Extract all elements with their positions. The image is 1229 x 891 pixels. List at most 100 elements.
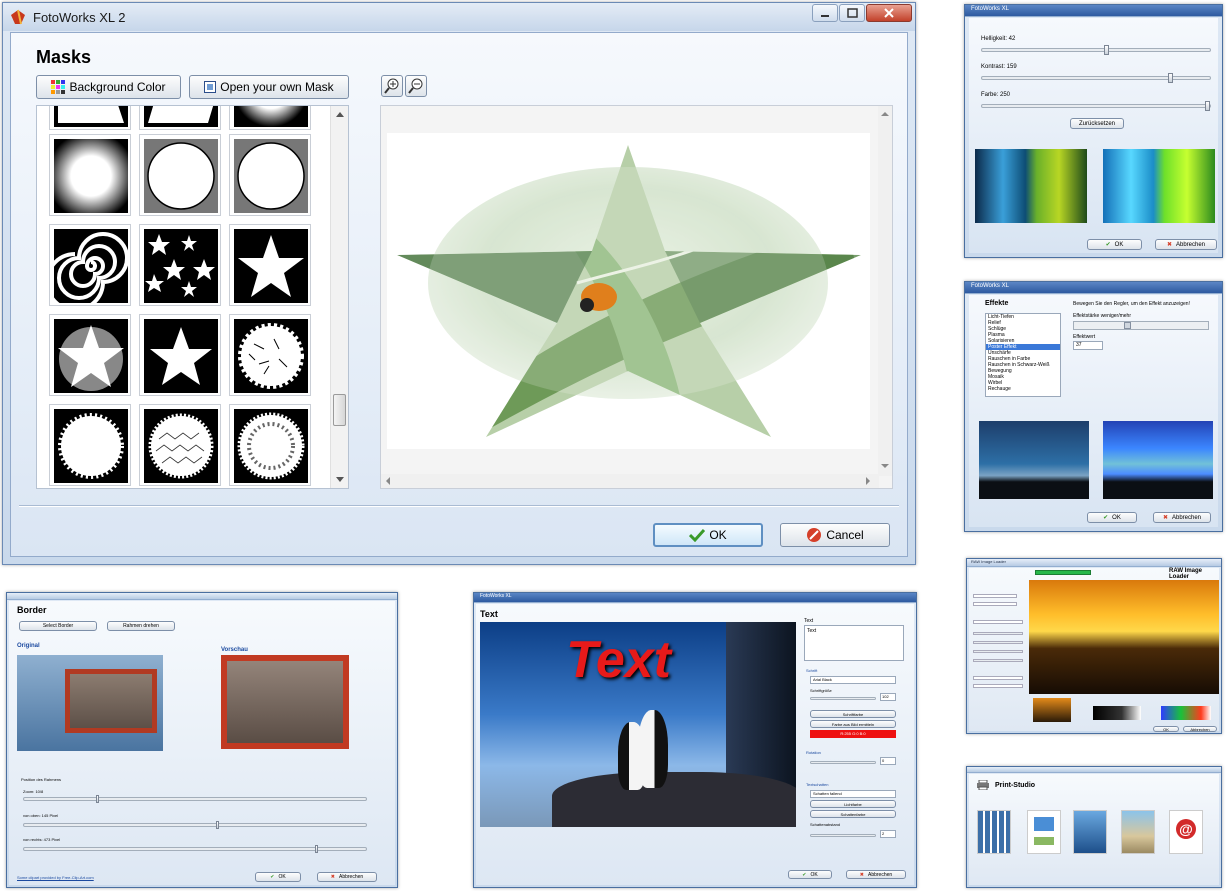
raw-title-bar[interactable]: RAW Image Loader (967, 559, 1221, 567)
minimize-button[interactable] (812, 4, 838, 22)
text-window: FotoWorks XL Text Text Text Text Schrift… (473, 592, 917, 888)
open-mask-button[interactable]: Open your own Mask (189, 75, 349, 99)
mask-tile[interactable] (49, 404, 131, 486)
contrast-knob[interactable] (1168, 73, 1174, 83)
effects-ok-button[interactable]: ✔ OK (1087, 512, 1137, 523)
border-cancel-button[interactable]: ✖ Abbrechen (317, 872, 377, 882)
print-heading: Print-Studio (995, 782, 1036, 789)
mask-tile[interactable] (49, 106, 131, 130)
zoom-out-button[interactable] (405, 75, 427, 97)
effects-list[interactable]: Licht-Tiefen Relief Schlüge Plasma Solarisie… (985, 313, 1061, 397)
print-option-email[interactable]: @ (1169, 810, 1203, 854)
right-offset-label: von rechts: 473 Pixel (23, 837, 61, 842)
brightness-slider[interactable] (981, 45, 1211, 55)
zoom-slider[interactable] (23, 795, 367, 803)
mask-tile[interactable] (49, 314, 131, 396)
mask-tile[interactable] (49, 134, 131, 216)
close-button[interactable] (866, 4, 912, 22)
raw-cancel-label: Abbrechen (1190, 726, 1210, 732)
border-ok-button[interactable]: ✔ OK (255, 872, 301, 882)
ok-label: OK (709, 528, 727, 542)
reset-button[interactable]: Zurücksetzen (1070, 118, 1124, 129)
effects-cancel-label: Abbrechen (1172, 514, 1202, 521)
mask-tile[interactable] (229, 134, 311, 216)
raw-cancel-button[interactable]: Abbrechen (1183, 726, 1217, 732)
rotate-border-button[interactable]: Rahmen drehen (107, 621, 175, 631)
print-option-poster[interactable] (1073, 810, 1107, 854)
top-offset-slider[interactable] (23, 821, 367, 829)
preview-hscroll[interactable] (381, 474, 879, 488)
mask-gallery (36, 105, 349, 489)
size-slider[interactable] (810, 697, 876, 700)
mask-tile[interactable] (229, 314, 311, 396)
effects-title-bar[interactable]: FotoWorks XL (965, 282, 1222, 294)
rgb-value: R:255 G:0 B:0 (840, 731, 866, 736)
color-slider[interactable] (981, 101, 1211, 111)
font-color-button[interactable]: Schriftfarbe (810, 710, 896, 718)
cancel-button[interactable]: Cancel (780, 523, 890, 547)
rotation-input[interactable]: 0 (880, 757, 896, 765)
print-title-bar[interactable] (967, 767, 1221, 773)
effects-value-input[interactable]: 37 (1073, 341, 1103, 350)
text-ok-button[interactable]: ✔ OK (788, 870, 832, 879)
print-option-photos[interactable] (977, 810, 1011, 854)
print-option-calendar[interactable] (1121, 810, 1155, 854)
mask-tile[interactable] (139, 224, 221, 306)
mask-tile[interactable] (139, 106, 221, 130)
mask-tile[interactable] (49, 224, 131, 306)
text-input[interactable]: Text (804, 625, 904, 661)
background-color-button[interactable]: Background Color (36, 75, 181, 99)
rotation-slider[interactable] (810, 761, 876, 764)
raw-ok-button[interactable]: OK (1153, 726, 1179, 732)
contrast-slider[interactable] (981, 73, 1211, 83)
text-title-bar[interactable]: FotoWorks XL (474, 593, 916, 603)
effects-list-item[interactable]: Rechauge (986, 386, 1060, 392)
preview-vscroll[interactable] (878, 106, 892, 476)
text-cancel-button[interactable]: ✖ Abbrechen (846, 870, 906, 879)
title-bar[interactable]: FotoWorks XL 2 (3, 3, 915, 31)
font-select[interactable]: Arial Black (810, 676, 896, 684)
mask-tile[interactable] (229, 404, 311, 486)
mask-tile[interactable] (229, 106, 311, 130)
distance-input[interactable]: 2 (880, 830, 896, 838)
border-preview-image (221, 655, 349, 749)
shadow-select[interactable]: Schatten fallend (810, 790, 896, 798)
effects-strength-slider[interactable] (1073, 321, 1209, 330)
shadow-color-label: Schattenfarbe (840, 811, 866, 817)
mask-tile[interactable] (139, 314, 221, 396)
ok-button[interactable]: OK (653, 523, 763, 547)
print-option-photo-album[interactable] (1027, 810, 1061, 854)
maximize-button[interactable] (839, 4, 865, 22)
size-input[interactable]: 102 (880, 693, 896, 701)
select-border-button[interactable]: Select Border (19, 621, 97, 631)
border-body: Border Select Border Rahmen drehen Origi… (9, 601, 395, 885)
effects-strength-knob[interactable] (1123, 322, 1131, 329)
mask-tile[interactable] (139, 404, 221, 486)
adjust-cancel-button[interactable]: ✖ Abbrechen (1155, 239, 1217, 250)
gallery-scrollbar[interactable] (330, 106, 348, 488)
mask-tile[interactable] (229, 224, 311, 306)
select-border-label: Select Border (42, 623, 74, 629)
gallery-scroll-thumb[interactable] (333, 394, 346, 426)
right-offset-slider[interactable] (23, 845, 367, 853)
text-overlay[interactable]: Text (566, 630, 671, 690)
clipart-credit-link[interactable]: Some clipart provided by Free-Clip-Art.c… (17, 875, 94, 880)
mask-tile[interactable] (139, 134, 221, 216)
zoom-in-button[interactable] (381, 75, 403, 97)
zoom-knob[interactable] (96, 795, 100, 803)
right-offset-knob[interactable] (315, 845, 319, 853)
shadow-color-button[interactable]: Schattenfarbe (810, 810, 896, 818)
brightness-knob[interactable] (1104, 45, 1110, 55)
border-title-bar[interactable] (7, 593, 397, 600)
light-color-button[interactable]: Lichtfarbe (810, 800, 896, 808)
pick-color-button[interactable]: Farbe aus Bild ermitteln (810, 720, 896, 728)
zoom-out-icon (408, 78, 423, 94)
raw-thumb-1 (1033, 698, 1071, 722)
distance-slider[interactable] (810, 834, 876, 837)
effects-title: FotoWorks XL (971, 283, 1009, 289)
top-offset-knob[interactable] (215, 821, 219, 829)
color-knob[interactable] (1204, 101, 1210, 111)
adjust-title-bar[interactable]: FotoWorks XL (965, 5, 1222, 17)
adjust-ok-button[interactable]: ✔ OK (1087, 239, 1142, 250)
effects-cancel-button[interactable]: ✖ Abbrechen (1153, 512, 1211, 523)
